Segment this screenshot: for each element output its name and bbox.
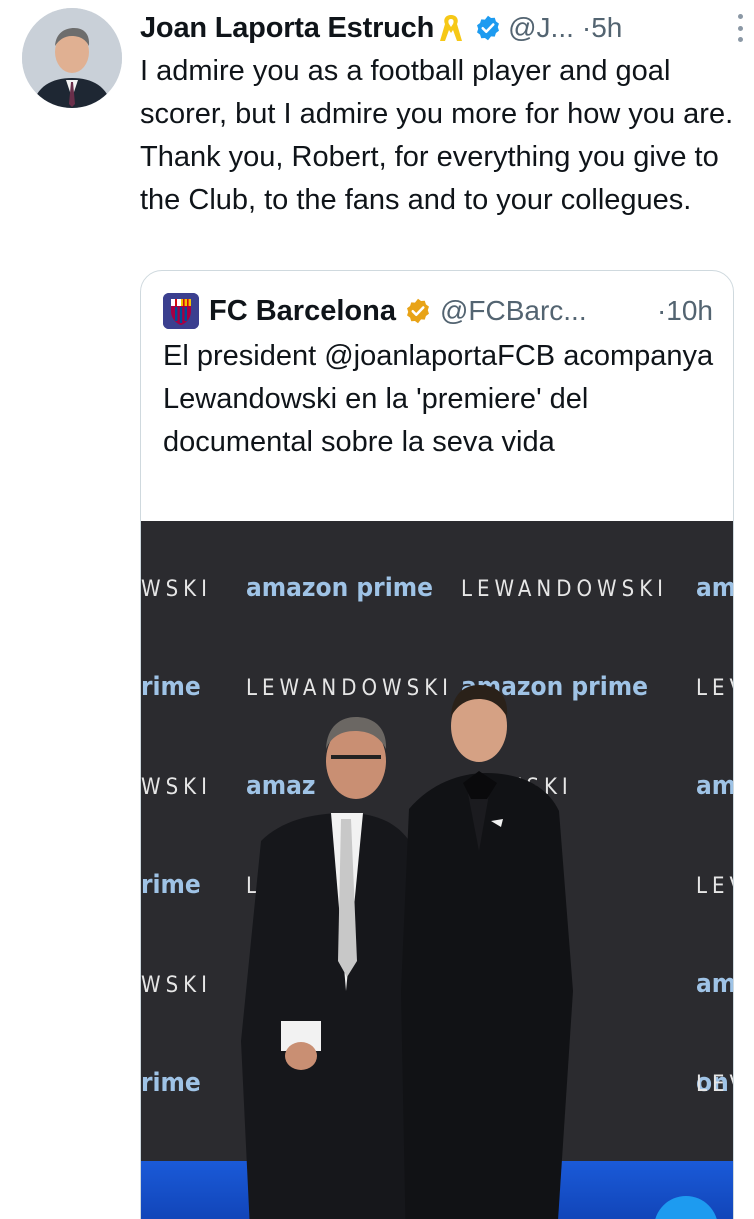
backdrop-text-3-0: rime xyxy=(141,870,201,900)
quoted-author-handle[interactable]: @FCBarc... xyxy=(440,295,587,327)
verified-badge-icon xyxy=(477,15,500,41)
backdrop-text-0-0: WSKI xyxy=(141,577,212,602)
backdrop-text-4-0: WSKI xyxy=(141,973,212,998)
tweet-time[interactable]: ·5h xyxy=(582,12,622,44)
author-avatar[interactable] xyxy=(22,8,122,108)
more-options-icon[interactable] xyxy=(736,14,744,42)
backdrop-text-0-1: amazon prime xyxy=(246,573,433,603)
quoted-tweet-photo[interactable]: WSKI amazon prime LEWANDOWSKI am rime LEWANDO… xyxy=(141,521,734,1219)
backdrop-text-5-0: rime xyxy=(141,1068,201,1098)
backdrop-text-1-3: LEV xyxy=(696,676,734,701)
backdrop-text-2-3: am xyxy=(696,771,734,801)
quoted-tweet-header: FC Barcelona @FCBarc... ·10h xyxy=(163,289,713,333)
yellow-ribbon-icon xyxy=(440,15,463,41)
backdrop-text-1-0: rime xyxy=(141,672,201,702)
backdrop-text-2-0: WSKI xyxy=(141,775,212,800)
quoted-tweet-card[interactable]: FC Barcelona @FCBarc... ·10h El presiden… xyxy=(140,270,734,1219)
author-handle[interactable]: @J... xyxy=(508,12,574,44)
premiere-photo-image: WSKI amazon prime LEWANDOWSKI am rime LEWANDO… xyxy=(141,521,734,1219)
backdrop-text-1-1: LEWANDOWSKI xyxy=(246,676,453,701)
tweet-header: Joan Laporta Estruch @J... ·5h xyxy=(140,6,744,50)
backdrop-text-5-4: LEV xyxy=(696,1072,734,1097)
quoted-author-name[interactable]: FC Barcelona xyxy=(209,295,396,328)
backdrop-text-0-2: LEWANDOWSKI xyxy=(461,577,668,602)
tweet-text: I admire you as a football player and go… xyxy=(140,55,734,216)
author-name[interactable]: Joan Laporta Estruch xyxy=(140,12,434,45)
avatar-photo-icon xyxy=(22,8,122,108)
quoted-tweet-text: El president @joanlaportaFCB acompanya L… xyxy=(163,340,714,458)
fc-barcelona-logo-icon xyxy=(163,293,199,329)
backdrop-text-3-3: LEV xyxy=(696,874,734,899)
gold-verified-badge-icon xyxy=(406,298,429,324)
backdrop-text-0-3: am xyxy=(696,573,734,603)
backdrop-text-4-3: am xyxy=(696,969,734,999)
quoted-tweet-time[interactable]: ·10h xyxy=(657,295,713,327)
backdrop-text-2-1: amaz xyxy=(246,771,316,801)
